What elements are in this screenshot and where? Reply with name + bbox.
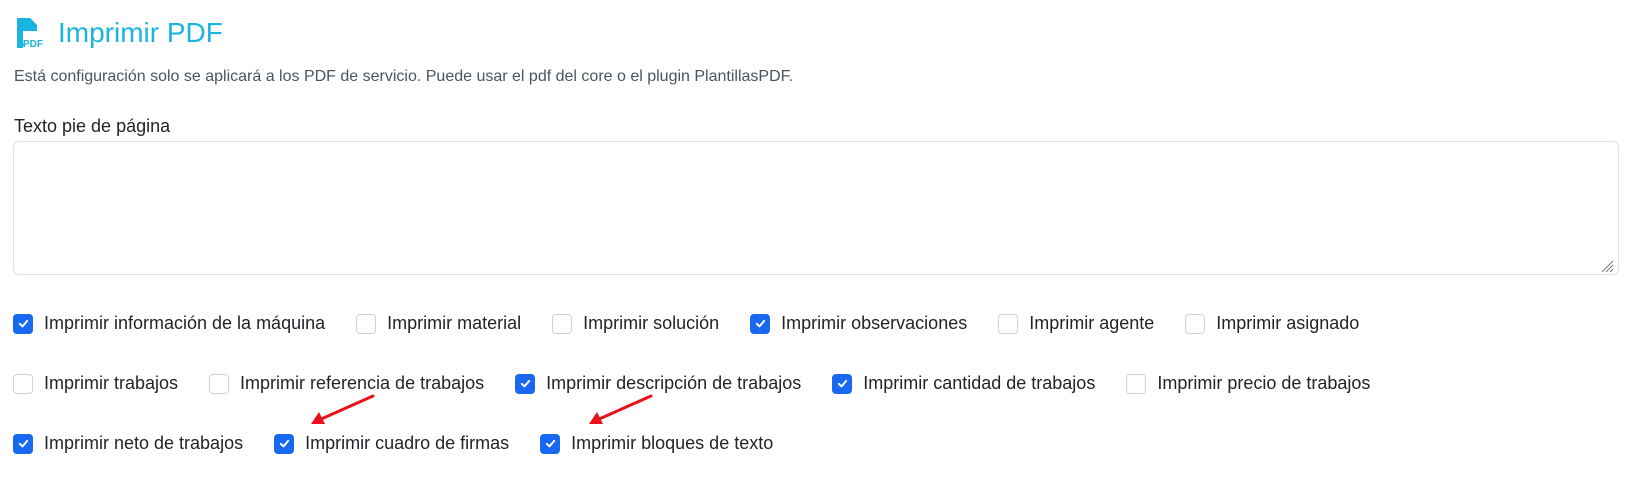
footer-text-field[interactable] <box>13 141 1619 275</box>
checkbox-checked[interactable] <box>540 433 561 454</box>
checkmark-icon <box>18 319 28 328</box>
option-label: Imprimir observaciones <box>781 313 968 333</box>
option-label: Imprimir cantidad de trabajos <box>863 373 1096 393</box>
option-label: Imprimir agente <box>1029 313 1155 333</box>
option-imprimir-asignado[interactable]: Imprimir asignado <box>1185 313 1359 334</box>
option-label: Imprimir trabajos <box>44 373 179 393</box>
option-imprimir-precio-trabajos[interactable]: Imprimir precio de trabajos <box>1126 373 1370 394</box>
option-imprimir-cantidad-trabajos[interactable]: Imprimir cantidad de trabajos <box>832 373 1095 394</box>
checkbox-checked[interactable] <box>515 373 536 394</box>
options-row-2: Imprimir trabajos Imprimir referencia de… <box>13 373 1370 394</box>
checkbox-checked[interactable] <box>274 433 295 454</box>
option-label: Imprimir material <box>387 313 522 333</box>
option-label: Imprimir neto de trabajos <box>44 433 244 453</box>
option-imprimir-material[interactable]: Imprimir material <box>356 313 521 334</box>
checkbox[interactable] <box>998 313 1019 334</box>
checkmark-icon <box>837 379 847 388</box>
option-imprimir-neto-trabajos[interactable]: Imprimir neto de trabajos <box>13 433 243 454</box>
option-label: Imprimir descripción de trabajos <box>546 373 802 393</box>
option-label: Imprimir cuadro de firmas <box>305 433 510 453</box>
checkbox[interactable] <box>552 313 573 334</box>
options-row-1: Imprimir información de la máquina Impri… <box>13 313 1359 334</box>
checkbox-checked[interactable] <box>13 313 33 334</box>
option-label: Imprimir solución <box>583 313 720 333</box>
option-imprimir-observaciones[interactable]: Imprimir observaciones <box>750 313 967 334</box>
checkbox-checked[interactable] <box>13 433 33 454</box>
option-imprimir-bloques-texto[interactable]: Imprimir bloques de texto <box>540 433 773 454</box>
settings-description: Está configuración solo se aplicará a lo… <box>14 68 794 85</box>
checkbox[interactable] <box>13 373 33 394</box>
option-imprimir-trabajos[interactable]: Imprimir trabajos <box>13 373 178 394</box>
option-imprimir-agente[interactable]: Imprimir agente <box>998 313 1154 334</box>
checkbox[interactable] <box>209 373 230 394</box>
option-imprimir-descripcion-trabajos[interactable]: Imprimir descripción de trabajos <box>515 373 801 394</box>
option-label: Imprimir referencia de trabajos <box>240 373 485 393</box>
file-pdf-icon: PDF <box>17 18 43 50</box>
options-row-3: Imprimir neto de trabajos Imprimir cuadr… <box>13 433 773 454</box>
resize-grip-icon[interactable] <box>1600 259 1614 273</box>
annotation-arrow-icon <box>311 394 375 424</box>
option-label: Imprimir asignado <box>1216 313 1360 333</box>
footer-text-label: Texto pie de página <box>14 116 171 136</box>
option-imprimir-cuadro-firmas[interactable]: Imprimir cuadro de firmas <box>274 433 509 454</box>
svg-text:PDF: PDF <box>23 39 43 50</box>
annotation-arrow-icon <box>589 394 653 424</box>
checkmark-icon <box>18 439 28 448</box>
page-header: PDF Imprimir PDF <box>14 16 223 50</box>
option-label: Imprimir bloques de texto <box>571 433 774 453</box>
checkbox[interactable] <box>1185 313 1206 334</box>
option-label: Imprimir precio de trabajos <box>1157 373 1371 393</box>
checkbox-checked[interactable] <box>750 313 771 334</box>
checkbox[interactable] <box>1126 373 1147 394</box>
checkmark-icon <box>279 439 289 448</box>
option-imprimir-referencia-trabajos[interactable]: Imprimir referencia de trabajos <box>209 373 484 394</box>
checkmark-icon <box>520 379 530 388</box>
option-imprimir-informacion-maquina[interactable]: Imprimir información de la máquina <box>13 313 325 334</box>
option-imprimir-solucion[interactable]: Imprimir solución <box>552 313 719 334</box>
checkmark-icon <box>545 439 555 448</box>
checkmark-icon <box>755 319 765 328</box>
checkbox-checked[interactable] <box>832 373 853 394</box>
option-label: Imprimir información de la máquina <box>44 313 326 333</box>
page-title: Imprimir PDF <box>58 17 223 48</box>
checkbox[interactable] <box>356 313 377 334</box>
